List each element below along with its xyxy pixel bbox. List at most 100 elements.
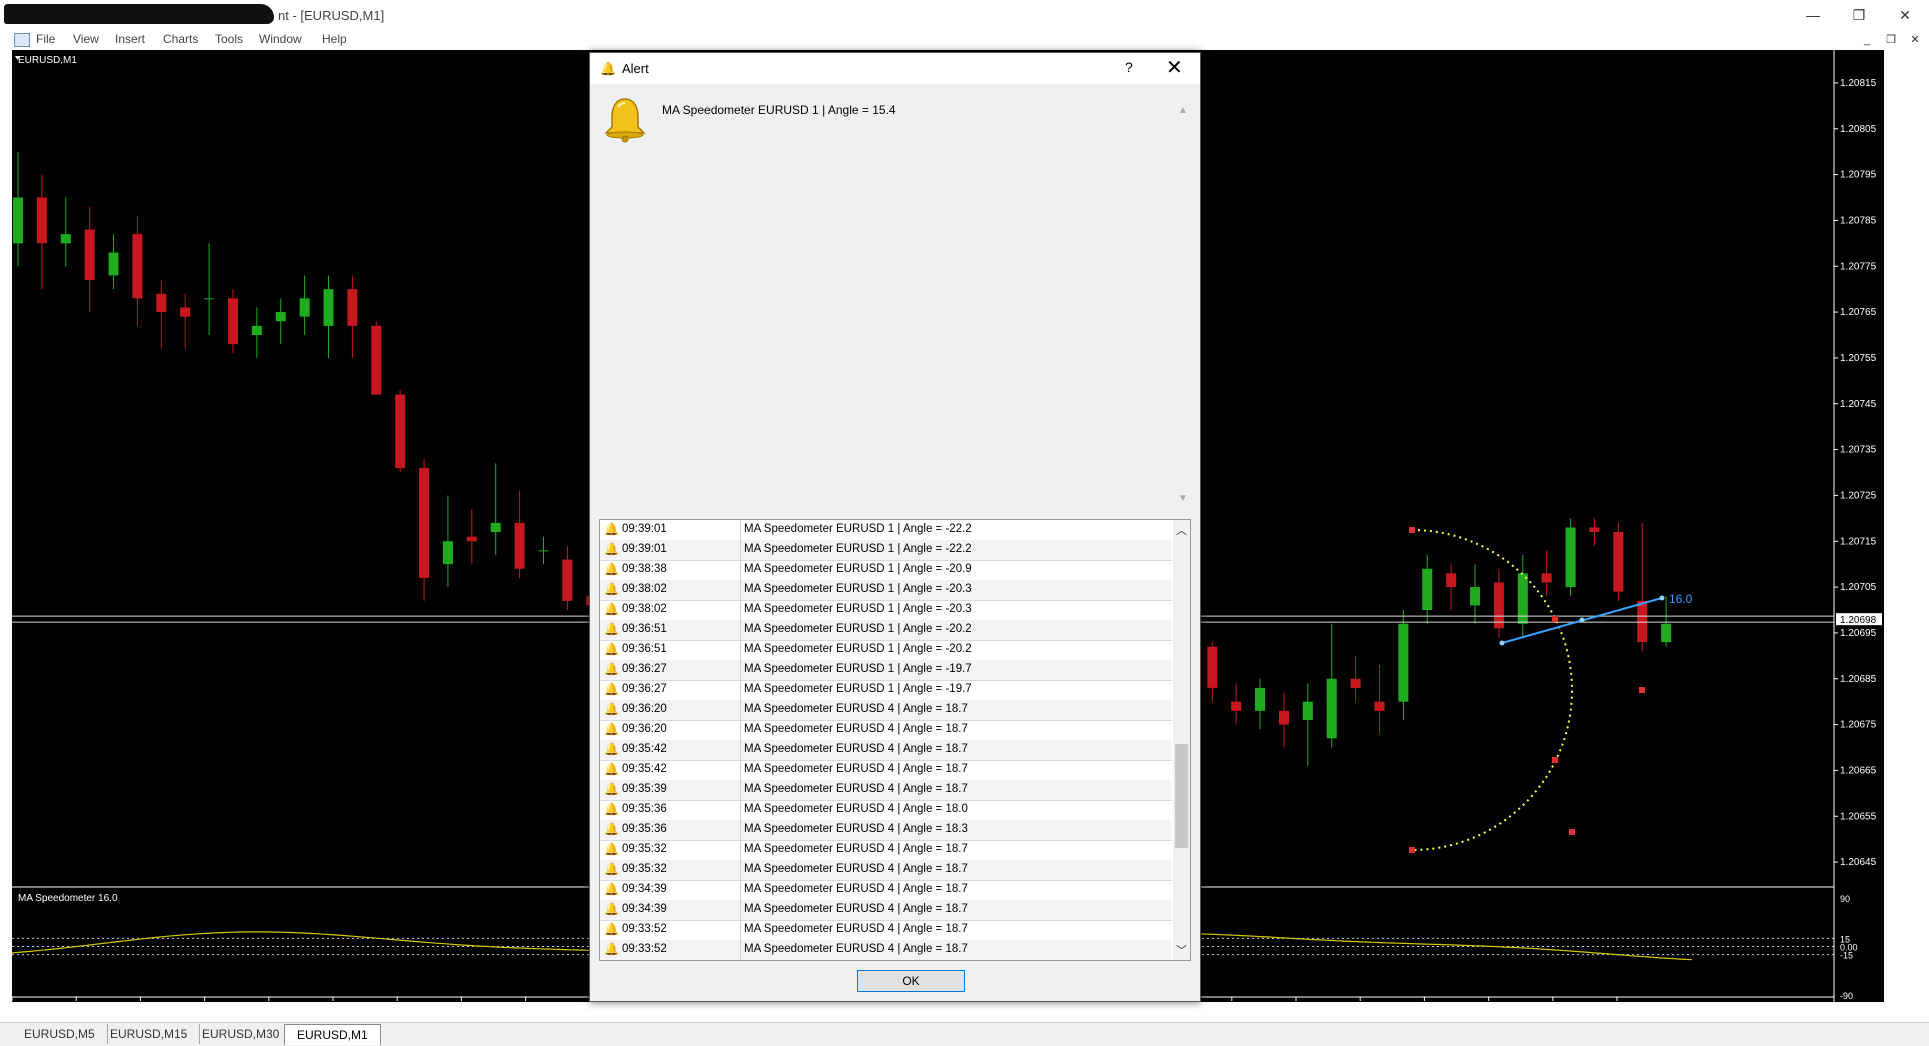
alert-time: 09:35:42 <box>622 743 667 755</box>
list-item[interactable]: 🔔 09:38:02 MA Speedometer EURUSD 1 | Angle… <box>600 600 1172 621</box>
list-item[interactable]: 🔔 09:36:51 MA Speedometer EURUSD 1 | Angle… <box>600 640 1172 661</box>
mdi-close-button[interactable]: ✕ <box>1906 30 1924 50</box>
candle-body <box>466 536 477 542</box>
list-item[interactable]: 🔔 09:36:20 MA Speedometer EURUSD 4 | Angle… <box>600 720 1172 741</box>
mdi-minimize-button[interactable]: _ <box>1858 30 1876 50</box>
list-item[interactable]: 🔔 09:36:27 MA Speedometer EURUSD 1 | Angle… <box>600 680 1172 701</box>
candle-body <box>1661 623 1672 643</box>
column-divider <box>740 880 741 900</box>
tab-eurusd-m30[interactable]: EURUSD,M30 <box>190 1024 293 1044</box>
list-item[interactable]: 🔔 09:35:32 MA Speedometer EURUSD 4 | Angle… <box>600 860 1172 881</box>
app-icon[interactable] <box>14 33 30 47</box>
column-divider <box>740 800 741 820</box>
candle-body <box>275 312 286 322</box>
scroll-up-icon[interactable]: ▲ <box>1176 105 1190 116</box>
scroll-down-icon[interactable]: ▼ <box>1176 493 1190 504</box>
candle-body <box>371 325 382 395</box>
chevron-down-icon[interactable]: ﹀ <box>1173 942 1190 958</box>
candle-body <box>1613 532 1624 592</box>
alert-text: MA Speedometer EURUSD 4 | Angle = 18.7 <box>744 903 968 915</box>
list-item[interactable]: 🔔 09:35:32 MA Speedometer EURUSD 4 | Angle… <box>600 840 1172 861</box>
list-scrollbar[interactable]: ︿ ﹀ <box>1173 520 1190 960</box>
alert-titlebar: 🔔 Alert ? ✕ <box>590 53 1200 84</box>
list-item[interactable]: 🔔 09:36:51 MA Speedometer EURUSD 1 | Angle… <box>600 620 1172 641</box>
list-item[interactable]: 🔔 09:35:36 MA Speedometer EURUSD 4 | Angle… <box>600 820 1172 841</box>
list-item[interactable]: 🔔 09:33:52 MA Speedometer EURUSD 4 | Angle… <box>600 920 1172 941</box>
tab-eurusd-m1[interactable]: EURUSD,M1 <box>284 1024 381 1045</box>
angle-point <box>1579 617 1585 623</box>
column-divider <box>740 620 741 640</box>
scrollbar-thumb[interactable] <box>1175 744 1188 848</box>
alert-text: MA Speedometer EURUSD 1 | Angle = -20.3 <box>744 583 972 595</box>
list-item[interactable]: 🔔 09:34:39 MA Speedometer EURUSD 4 | Angle… <box>600 900 1172 921</box>
chevron-up-icon[interactable]: ︿ <box>1173 522 1190 538</box>
menu-insert[interactable]: Insert <box>115 32 145 46</box>
price-tick-label: 1.20785 <box>1840 215 1877 226</box>
price-tick-label: 1.20645 <box>1840 857 1877 868</box>
list-item[interactable]: 🔔 09:35:42 MA Speedometer EURUSD 4 | Angle… <box>600 740 1172 761</box>
tab-eurusd-m5[interactable]: EURUSD,M5 <box>12 1024 108 1044</box>
price-tick-label: 1.20655 <box>1840 811 1877 822</box>
window-titlebar: nt - [EURUSD,M1] — ❐ ✕ <box>0 0 1929 30</box>
menu-charts[interactable]: Charts <box>163 32 198 46</box>
list-item[interactable]: 🔔 09:35:36 MA Speedometer EURUSD 4 | Angle… <box>600 800 1172 821</box>
column-divider <box>740 740 741 760</box>
bell-icon: 🔔 <box>604 742 619 756</box>
menu-view[interactable]: View <box>73 32 99 46</box>
menu-help[interactable]: Help <box>322 32 347 46</box>
list-item[interactable]: 🔔 09:34:39 MA Speedometer EURUSD 4 | Angle… <box>600 880 1172 901</box>
ok-button[interactable]: OK <box>857 970 965 992</box>
bell-icon: 🔔 <box>604 622 619 636</box>
list-item[interactable]: 🔔 09:35:39 MA Speedometer EURUSD 4 | Angle… <box>600 780 1172 801</box>
tab-eurusd-m15[interactable]: EURUSD,M15 <box>98 1024 201 1044</box>
candle-body <box>1326 678 1337 739</box>
indicator-level-label: -15 <box>1840 951 1853 961</box>
list-item[interactable]: 🔔 09:39:01 MA Speedometer EURUSD 1 | Angle… <box>600 520 1172 541</box>
list-item[interactable]: 🔔 09:36:20 MA Speedometer EURUSD 4 | Angle… <box>600 700 1172 721</box>
candle-body <box>108 252 119 276</box>
candle-body <box>156 293 167 313</box>
candle-body <box>323 289 334 326</box>
menu-file[interactable]: File <box>36 32 55 46</box>
message-scrollbar[interactable]: ▲ ▼ <box>1176 103 1190 513</box>
candle-body <box>299 298 310 317</box>
alert-text: MA Speedometer EURUSD 1 | Angle = -20.2 <box>744 623 972 635</box>
close-button[interactable]: ✕ <box>1882 0 1928 30</box>
list-item[interactable]: 🔔 09:36:27 MA Speedometer EURUSD 1 | Angle… <box>600 660 1172 681</box>
column-divider <box>740 840 741 860</box>
price-tick-label: 1.20745 <box>1840 399 1877 410</box>
indicator-label: MA Speedometer 16.0 <box>18 893 118 904</box>
menu-window[interactable]: Window <box>259 32 302 46</box>
menu-tools[interactable]: Tools <box>215 32 243 46</box>
candle-body <box>1374 701 1385 711</box>
bell-icon: 🔔 <box>604 942 619 956</box>
bell-icon: 🔔 <box>604 782 619 796</box>
candle-body <box>1446 573 1457 588</box>
alert-history-list[interactable]: 🔔 09:39:01 MA Speedometer EURUSD 1 | Angle… <box>599 519 1191 961</box>
list-item[interactable]: 🔔 09:39:01 MA Speedometer EURUSD 1 | Angle… <box>600 540 1172 561</box>
minimize-button[interactable]: — <box>1790 0 1836 30</box>
alert-time: 09:35:39 <box>622 783 667 795</box>
candle-body <box>13 197 23 244</box>
candle-body <box>1637 600 1648 643</box>
column-divider <box>740 760 741 780</box>
candle-body <box>395 394 406 468</box>
alert-time: 09:38:02 <box>622 583 667 595</box>
column-divider <box>740 540 741 560</box>
list-item[interactable]: 🔔 09:38:38 MA Speedometer EURUSD 1 | Angle… <box>600 560 1172 581</box>
list-item[interactable]: 🔔 09:35:42 MA Speedometer EURUSD 4 | Angle… <box>600 760 1172 781</box>
list-item[interactable]: 🔔 09:38:02 MA Speedometer EURUSD 1 | Angle… <box>600 580 1172 601</box>
alert-dialog: 🔔 Alert ? ✕ MA Speedometer EURUSD 1 | An… <box>589 52 1201 1002</box>
column-divider <box>740 940 741 960</box>
column-divider <box>740 860 741 880</box>
list-item[interactable]: 🔔 09:33:52 MA Speedometer EURUSD 4 | Angle… <box>600 940 1172 960</box>
column-divider <box>740 700 741 720</box>
help-button[interactable]: ? <box>1125 59 1133 75</box>
mdi-restore-button[interactable]: ❐ <box>1882 30 1900 50</box>
maximize-button[interactable]: ❐ <box>1836 0 1882 30</box>
price-tick-label: 1.20755 <box>1840 353 1877 364</box>
alert-close-button[interactable]: ✕ <box>1166 55 1183 80</box>
column-divider <box>740 660 741 680</box>
bell-icon: 🔔 <box>604 582 619 596</box>
alert-time: 09:36:20 <box>622 703 667 715</box>
